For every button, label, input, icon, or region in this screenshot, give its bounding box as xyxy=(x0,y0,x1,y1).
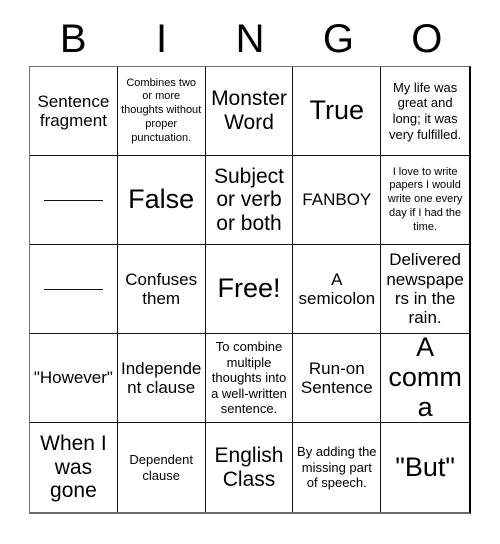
bingo-cell-label: Independent clause xyxy=(121,358,202,397)
bingo-cell-label: A comma xyxy=(388,334,462,422)
bingo-card: B I N G O Sentence fragment Combines two … xyxy=(0,0,500,544)
bingo-cell-label: To combine multiple thoughts into a well… xyxy=(211,339,287,417)
bingo-cell[interactable]: Delivered newspapers in the rain. xyxy=(381,245,469,334)
bingo-header-letter-b: B xyxy=(59,17,87,61)
bingo-header-letter-g: G xyxy=(322,17,354,61)
bingo-cell[interactable]: Subject or verb or both xyxy=(205,156,294,245)
bingo-cell[interactable]: I love to write papers I would write one… xyxy=(381,156,469,245)
bingo-cell-label: Sentence fragment xyxy=(37,91,110,130)
bingo-cell-label: By adding the missing part of speech. xyxy=(297,444,377,491)
bingo-cell[interactable]: My life was great and long; it was very … xyxy=(381,67,469,156)
bingo-header-letter-i: I xyxy=(156,17,168,61)
bingo-cell[interactable]: Sentence fragment xyxy=(30,67,118,156)
bingo-free-space-cell[interactable]: Free! xyxy=(205,245,294,334)
bingo-cell[interactable]: True xyxy=(293,67,382,156)
bingo-cell[interactable]: Confuses them xyxy=(117,245,206,334)
bingo-cell[interactable]: FANBOY xyxy=(293,156,382,245)
bingo-cell[interactable]: When I was gone xyxy=(30,423,118,512)
bingo-cell[interactable]: By adding the missing part of speech. xyxy=(293,423,382,512)
bingo-cell-label: A semicolon xyxy=(298,269,376,308)
bingo-cell-label: Combines two or more thoughts without pr… xyxy=(121,76,202,144)
bingo-cell-label: Subject or verb or both xyxy=(213,164,285,235)
bingo-cell-label: When I was gone xyxy=(40,432,107,503)
bingo-grid: Sentence fragment Combines two or more th… xyxy=(29,66,471,514)
bingo-cell[interactable]: Combines two or more thoughts without pr… xyxy=(117,67,206,156)
bingo-cell-label: FANBOY xyxy=(302,190,372,210)
bingo-cell-label: Run-on Sentence xyxy=(300,358,373,397)
bingo-cell-label: I love to write papers I would write one… xyxy=(387,165,463,233)
bingo-cell-blank-line xyxy=(43,288,104,290)
bingo-cell[interactable]: To combine multiple thoughts into a well… xyxy=(205,334,294,423)
bingo-header-letter-o: O xyxy=(411,17,443,61)
bingo-cell-label: Free! xyxy=(217,273,281,304)
bingo-cell-label: English Class xyxy=(214,443,284,491)
bingo-cell-label: Delivered newspapers in the rain. xyxy=(386,250,464,328)
bingo-cell-label: Dependent clause xyxy=(129,451,193,483)
bingo-cell[interactable]: Monster Word xyxy=(205,67,294,156)
bingo-cell[interactable]: English Class xyxy=(206,423,294,512)
bingo-cell-label: Confuses them xyxy=(125,269,198,308)
bingo-cell-label: False xyxy=(128,184,195,215)
bingo-cell-label: "But" xyxy=(395,451,455,482)
bingo-cell[interactable] xyxy=(30,156,118,245)
bingo-cell[interactable]: "However" xyxy=(30,334,118,423)
bingo-header-letter-n: N xyxy=(235,17,265,61)
bingo-cell[interactable]: A comma xyxy=(381,334,469,423)
bingo-cell-label: My life was great and long; it was very … xyxy=(388,79,462,142)
bingo-cell[interactable]: Independent clause xyxy=(117,334,206,423)
bingo-cell[interactable] xyxy=(30,245,118,334)
bingo-cell[interactable]: A semicolon xyxy=(293,245,382,334)
bingo-cell-blank-line xyxy=(43,199,104,201)
bingo-cell[interactable]: Run-on Sentence xyxy=(293,334,382,423)
bingo-cell-label: True xyxy=(309,95,365,126)
bingo-cell[interactable]: "But" xyxy=(381,423,469,512)
bingo-cell-label: "However" xyxy=(33,368,113,388)
bingo-cell[interactable]: Dependent clause xyxy=(118,423,206,512)
bingo-cell[interactable]: False xyxy=(117,156,206,245)
bingo-cell-label: Monster Word xyxy=(211,87,287,134)
bingo-header-row: B I N G O xyxy=(29,14,471,64)
